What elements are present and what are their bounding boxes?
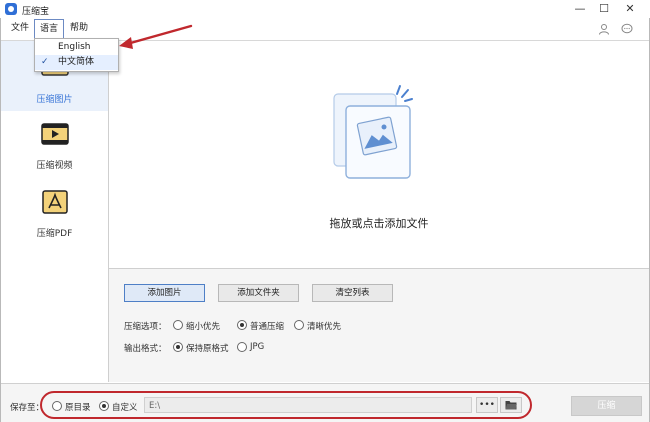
close-button[interactable]: ✕ (618, 0, 642, 18)
radio-smallest-first[interactable] (173, 320, 183, 330)
clear-list-button[interactable]: 清空列表 (312, 284, 393, 302)
language-option-chinese[interactable]: ✓ 中文简体 (35, 55, 118, 70)
radio-label: JPG (250, 342, 265, 352)
menu-help[interactable]: 帮助 (65, 18, 93, 39)
menu-language[interactable]: 语言 (34, 19, 65, 40)
radio-label: 缩小优先 (186, 322, 221, 332)
radio-label: 保持原格式 (186, 344, 229, 354)
sidebar-item-label: 压缩PDF (36, 229, 73, 239)
radio-jpg[interactable] (237, 342, 247, 352)
menu-bar (1, 18, 649, 40)
compress-options-label: 压缩选项： (124, 322, 167, 332)
compress-button[interactable]: 压缩 (571, 396, 642, 416)
add-folder-button[interactable]: 添加文件夹 (218, 284, 299, 302)
add-image-button[interactable]: 添加图片 (124, 284, 205, 302)
sidebar-item-label: 压缩视频 (36, 161, 73, 171)
sidebar-item-label: 压缩图片 (36, 95, 73, 105)
menu-file[interactable]: 文件 (6, 18, 34, 39)
annotation-oval (40, 391, 532, 419)
radio-keep-format[interactable] (173, 342, 183, 352)
check-icon: ✓ (41, 57, 49, 67)
radio-label: 清晰优先 (307, 322, 342, 332)
language-option-english[interactable]: English (35, 40, 118, 55)
radio-label: 普通压缩 (250, 322, 285, 332)
language-option-label: English (58, 42, 91, 52)
drop-area-text: 拖放或点击添加文件 (329, 217, 429, 230)
sidebar-item-compress-pdf[interactable]: 压缩PDF (1, 181, 108, 251)
sidebar-item-compress-video[interactable]: 压缩视频 (1, 111, 108, 181)
radio-clarity-first[interactable] (294, 320, 304, 330)
maximize-button[interactable]: ☐ (592, 0, 616, 18)
language-option-label: 中文简体 (58, 57, 95, 67)
pdf-icon (42, 190, 68, 214)
add-image-illustration-icon (333, 85, 413, 179)
title-bar (0, 0, 650, 18)
app-title: 压缩宝 (22, 7, 50, 17)
app-logo-icon (5, 3, 17, 15)
minimize-button[interactable]: — (568, 0, 592, 18)
annotation-arrow-icon (119, 24, 193, 49)
video-icon (41, 123, 69, 145)
save-to-label: 保存至： (10, 403, 45, 413)
chat-icon[interactable] (621, 23, 633, 35)
output-format-label: 输出格式： (124, 344, 167, 354)
radio-normal-compress[interactable] (237, 320, 247, 330)
user-icon[interactable] (598, 23, 610, 35)
language-dropdown: English ✓ 中文简体 (34, 38, 119, 72)
